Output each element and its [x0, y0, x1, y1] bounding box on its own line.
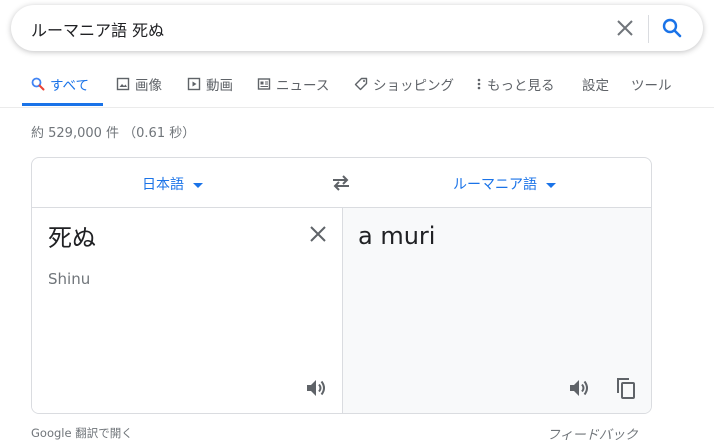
- clear-search-button[interactable]: [613, 16, 637, 40]
- tab-label: 設定: [582, 78, 609, 94]
- tab-shopping[interactable]: ショッピング: [354, 74, 454, 94]
- search-icon: [662, 18, 682, 38]
- close-icon: [310, 226, 326, 242]
- listen-source-button[interactable]: [304, 376, 328, 400]
- search-button[interactable]: [660, 16, 684, 40]
- feedback-link[interactable]: フィードバック: [547, 424, 638, 443]
- translated-text: a muri: [358, 222, 436, 250]
- close-icon: [617, 20, 633, 36]
- tab-label: もっと見る: [487, 78, 555, 94]
- tab-all[interactable]: すべて: [31, 74, 89, 94]
- source-text-input[interactable]: 死ぬ: [48, 218, 96, 253]
- tab-more[interactable]: もっと見る: [476, 74, 555, 94]
- active-tab-indicator: [22, 103, 103, 106]
- image-icon: [116, 77, 130, 91]
- tab-label: ショッピング: [373, 78, 454, 94]
- copy-icon: [617, 378, 635, 399]
- more-vert-icon: [477, 78, 481, 90]
- tab-label: ツール: [631, 78, 672, 94]
- news-icon: [257, 78, 271, 90]
- source-pane: 死ぬ Shinu: [32, 208, 342, 413]
- source-romanization: Shinu: [48, 270, 91, 288]
- target-pane: a muri: [342, 208, 651, 413]
- clear-source-button[interactable]: [306, 222, 330, 246]
- search-input[interactable]: ルーマニア語 死ぬ: [31, 17, 164, 41]
- dropdown-arrow-icon: [193, 182, 203, 188]
- open-in-google-translate-link[interactable]: Google 翻訳で開く: [31, 425, 133, 441]
- tag-icon: [354, 77, 368, 91]
- result-stats: 約 529,000 件 （0.61 秒）: [31, 126, 196, 141]
- search-bar: ルーマニア語 死ぬ: [11, 5, 703, 51]
- tab-label: 画像: [135, 78, 162, 94]
- tab-tools[interactable]: ツール: [631, 74, 672, 94]
- tab-label: すべて: [50, 78, 90, 94]
- tab-news[interactable]: ニュース: [257, 74, 329, 94]
- speaker-icon: [307, 380, 325, 396]
- target-language-select[interactable]: ルーマニア語: [453, 174, 556, 194]
- tab-settings[interactable]: 設定: [582, 74, 609, 94]
- tab-label: 動画: [206, 78, 233, 94]
- target-language-label: ルーマニア語: [453, 177, 537, 193]
- video-icon: [187, 77, 201, 91]
- tab-videos[interactable]: 動画: [187, 74, 233, 94]
- dropdown-arrow-icon: [546, 182, 556, 188]
- tab-images[interactable]: 画像: [116, 74, 162, 94]
- language-selector-row: 日本語 ルーマニア語: [32, 158, 651, 208]
- tab-label: ニュース: [276, 78, 330, 94]
- tabs-divider: [0, 107, 714, 108]
- copy-translation-button[interactable]: [614, 376, 638, 400]
- source-language-select[interactable]: 日本語: [142, 174, 203, 194]
- swap-arrows-icon: [333, 175, 349, 191]
- search-divider: [648, 15, 649, 43]
- translate-card: 日本語 ルーマニア語 死ぬ Shinu a muri: [31, 157, 652, 414]
- source-language-label: 日本語: [142, 177, 184, 193]
- swap-languages-button[interactable]: [330, 172, 352, 194]
- speaker-icon: [570, 380, 588, 396]
- search-tabs: すべて 画像 動画 ニュース ショッピング もっと見る 設定 ツール: [0, 68, 714, 108]
- search-icon: [31, 77, 45, 91]
- listen-translation-button[interactable]: [567, 376, 591, 400]
